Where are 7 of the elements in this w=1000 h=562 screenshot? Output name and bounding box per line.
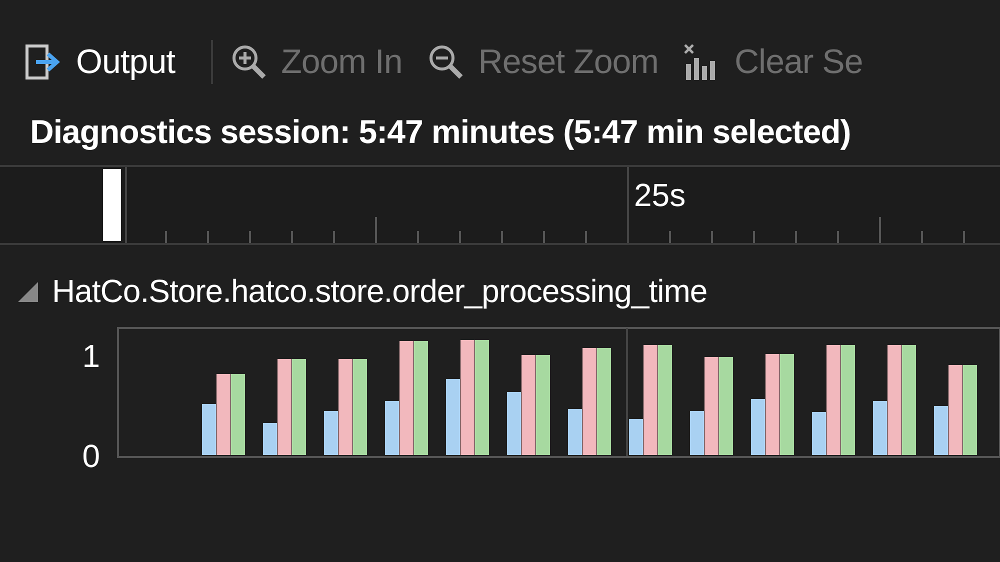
session-summary: Diagnostics session: 5:47 minutes (5:47 min selected) bbox=[30, 112, 851, 152]
axis-tick-label: 0 bbox=[82, 438, 100, 474]
track-title: HatCo.Store.hatco.store.order_processing_time bbox=[52, 272, 708, 311]
time-label: 25s bbox=[634, 176, 686, 215]
output-button[interactable]: Output bbox=[22, 36, 178, 88]
axis-tick-label: 1 bbox=[82, 338, 100, 374]
selection-handle[interactable] bbox=[103, 169, 121, 241]
